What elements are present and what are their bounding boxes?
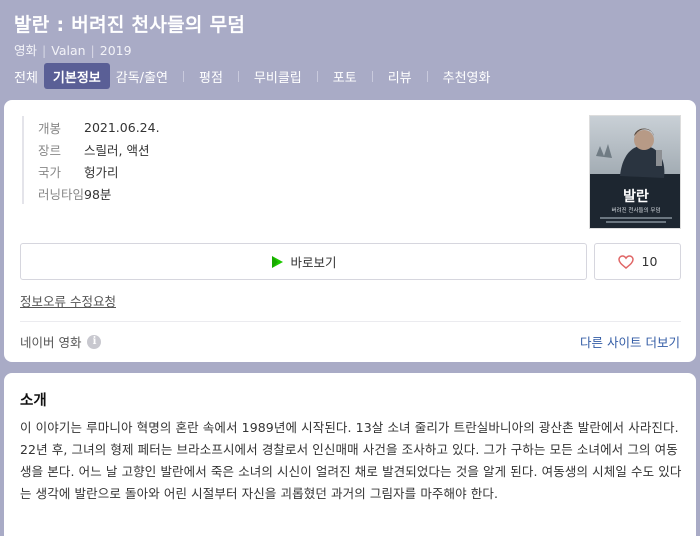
- meta-original-title: Valan: [51, 43, 86, 58]
- info-row-genre: 장르 스릴러, 액션: [24, 138, 322, 160]
- info-value: 98분: [84, 186, 112, 202]
- tab-movie-clips[interactable]: 무비클립: [248, 63, 308, 89]
- info-icon[interactable]: i: [87, 334, 102, 349]
- info-value: 헝가리: [84, 164, 119, 180]
- tab-photos[interactable]: 포토: [327, 63, 363, 89]
- movie-poster[interactable]: 발란 버려진 천사들의 무덤: [589, 115, 681, 229]
- source-info: 네이버 영화 i: [20, 332, 102, 351]
- divider: [20, 321, 681, 322]
- info-value: 2021.06.24.: [84, 119, 160, 135]
- tab-divider: [237, 70, 239, 82]
- watch-now-button[interactable]: 바로보기: [20, 243, 587, 280]
- tab-divider: [183, 70, 184, 82]
- movie-meta: 영화 | Valan | 2019: [14, 43, 132, 58]
- page-title: 발란 : 버려진 천사들의 무덤: [14, 14, 246, 36]
- info-row-runtime: 러닝타임 98분: [24, 182, 322, 204]
- section-title: 소개: [20, 393, 47, 409]
- info-label: 개봉: [38, 120, 62, 136]
- tab-basic-info[interactable]: 기본정보: [43, 63, 110, 89]
- info-label: 장르: [38, 142, 62, 158]
- tab-ratings[interactable]: 평점: [193, 63, 229, 89]
- tab-divider: [371, 70, 373, 82]
- info-label: 러닝타임: [38, 186, 85, 202]
- tab-recommended[interactable]: 추천영화: [437, 63, 497, 89]
- synopsis-text: 이 이야기는 루마니아 혁명의 혼란 속에서 1989년에 시작된다. 13살 …: [20, 420, 682, 501]
- like-button[interactable]: 10: [594, 243, 681, 280]
- meta-year: 2019: [99, 43, 132, 58]
- report-error-link[interactable]: 정보오류 수정요청: [20, 291, 116, 310]
- poster-image: 발란 버려진 천사들의 무덤: [590, 116, 680, 228]
- movie-header: 발란 : 버려진 천사들의 무덤 영화 | Valan | 2019 전체 기본정보 감…: [0, 0, 700, 100]
- tab-divider: [426, 70, 428, 82]
- tab-reviews[interactable]: 리뷰: [382, 63, 418, 89]
- poster-subtitle: 버려진 천사들의 무덤: [611, 206, 660, 214]
- source-label: 네이버 영화: [20, 335, 82, 350]
- info-list: 개봉 2021.06.24. 장르 스릴러, 액션 국가 헝가리 러닝타임 98…: [22, 116, 322, 204]
- synopsis-card: 소개 이 이야기는 루마니아 혁명의 혼란 속에서 1989년에 시작된다. 1…: [4, 373, 696, 536]
- tab-divider: [316, 70, 318, 82]
- tab-all[interactable]: 전체: [8, 63, 44, 89]
- watch-now-label: 바로보기: [290, 255, 337, 270]
- info-label: 국가: [38, 164, 62, 180]
- heart-icon: [617, 254, 634, 269]
- like-count: 10: [641, 254, 658, 269]
- info-value: 스릴러, 액션: [84, 142, 150, 158]
- info-row-release: 개봉 2021.06.24.: [24, 116, 322, 138]
- other-sites-link[interactable]: 다른 사이트 더보기: [580, 332, 680, 351]
- play-icon: [272, 255, 284, 268]
- basic-info-card: 개봉 2021.06.24. 장르 스릴러, 액션 국가 헝가리 러닝타임 98…: [4, 100, 696, 362]
- info-row-country: 국가 헝가리: [24, 160, 322, 182]
- tab-bar: 전체 기본정보 감독/출연 평점 무비클립 포토 리뷰 추천영화: [8, 63, 496, 89]
- tab-cast[interactable]: 감독/출연: [110, 63, 174, 89]
- poster-title: 발란: [623, 188, 649, 205]
- meta-type: 영화: [14, 43, 38, 58]
